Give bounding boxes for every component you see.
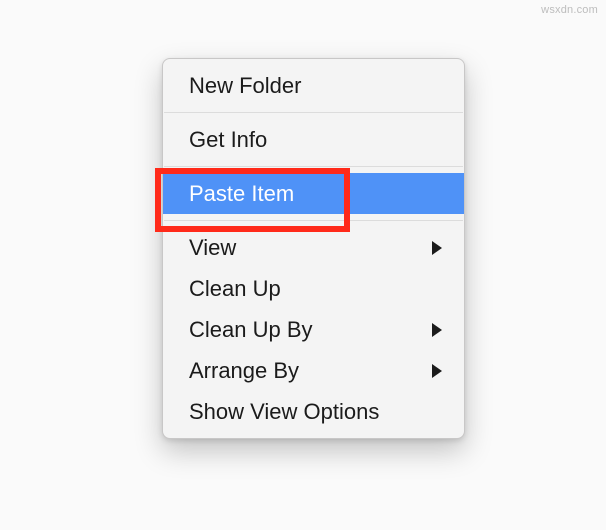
submenu-arrow-icon: [432, 323, 442, 337]
menu-item-view[interactable]: View: [163, 227, 464, 268]
menu-item-label: View: [189, 235, 236, 260]
menu-separator: [164, 112, 463, 113]
context-menu: New Folder Get Info Paste Item View Clea…: [162, 58, 465, 439]
menu-item-label: New Folder: [189, 73, 301, 98]
menu-separator: [164, 166, 463, 167]
menu-item-arrange-by[interactable]: Arrange By: [163, 350, 464, 391]
menu-separator: [164, 220, 463, 221]
submenu-arrow-icon: [432, 364, 442, 378]
menu-item-paste-item[interactable]: Paste Item: [163, 173, 464, 214]
menu-item-label: Paste Item: [189, 181, 294, 206]
menu-item-label: Get Info: [189, 127, 267, 152]
menu-item-label: Arrange By: [189, 358, 299, 383]
menu-item-label: Clean Up: [189, 276, 281, 301]
menu-item-label: Show View Options: [189, 399, 379, 424]
menu-item-get-info[interactable]: Get Info: [163, 119, 464, 160]
watermark-text: wsxdn.com: [541, 4, 598, 16]
submenu-arrow-icon: [432, 241, 442, 255]
menu-item-label: Clean Up By: [189, 317, 313, 342]
menu-item-clean-up[interactable]: Clean Up: [163, 268, 464, 309]
menu-item-clean-up-by[interactable]: Clean Up By: [163, 309, 464, 350]
menu-item-show-view-options[interactable]: Show View Options: [163, 391, 464, 432]
menu-item-new-folder[interactable]: New Folder: [163, 65, 464, 106]
